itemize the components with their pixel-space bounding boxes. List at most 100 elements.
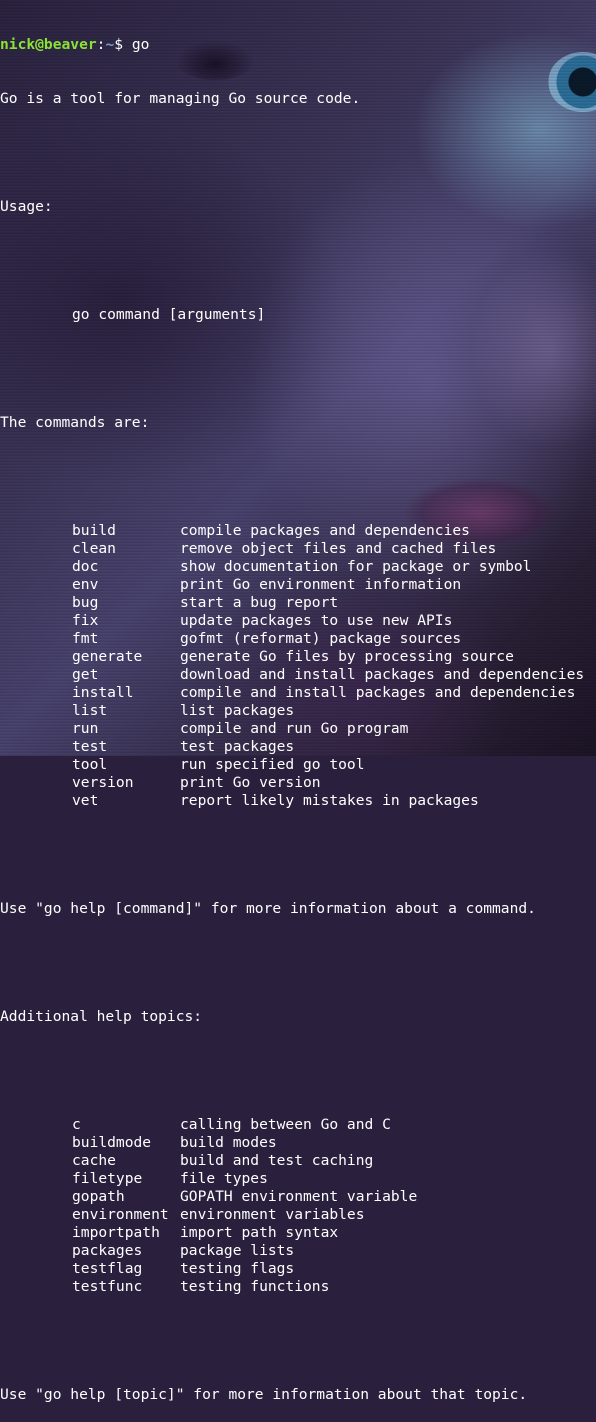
command-row: doc show documentation for package or sym… xyxy=(0,558,596,576)
command-row-description: start a bug report xyxy=(180,594,339,611)
topic-row: environment environment variables xyxy=(0,1206,596,1224)
topic-row-name: testfunc xyxy=(72,1278,143,1295)
usage-label: Usage: xyxy=(0,198,53,215)
command-row: install compile and install packages and … xyxy=(0,684,596,702)
command-row: build compile packages and dependencies xyxy=(0,522,596,540)
command-row-description: report likely mistakes in packages xyxy=(180,792,479,809)
command-row-name: fix xyxy=(72,612,99,629)
topic-row-description: testing functions xyxy=(180,1278,330,1295)
command-row-name: tool xyxy=(72,756,108,773)
topics-list: c calling between Go and C buildmode build … xyxy=(0,1116,596,1296)
topic-row-description: build modes xyxy=(180,1134,277,1151)
command-row-name: doc xyxy=(72,558,99,575)
topic-row-name: importpath xyxy=(72,1224,160,1241)
command-row-name: install xyxy=(72,684,134,701)
command-row: vet report likely mistakes in packages xyxy=(0,792,596,810)
topic-row-description: package lists xyxy=(180,1242,295,1259)
command-row: fmt gofmt (reformat) package sources xyxy=(0,630,596,648)
command-row-description: download and install packages and depend… xyxy=(180,666,585,683)
topic-help-hint: Use "go help [topic]" for more informati… xyxy=(0,1386,528,1403)
command-row: fix update packages to use new APIs xyxy=(0,612,596,630)
command-row-description: run specified go tool xyxy=(180,756,365,773)
command-row-name: bug xyxy=(72,594,99,611)
command-row-description: update packages to use new APIs xyxy=(180,612,453,629)
topic-row-description: file types xyxy=(180,1170,268,1187)
prompt-user-host: nick@beaver xyxy=(0,36,97,53)
terminal-output[interactable]: nick@beaver:~$ go Go is a tool for manag… xyxy=(0,0,596,1403)
command-row: test test packages xyxy=(0,738,596,756)
command-row: get download and install packages and dep… xyxy=(0,666,596,684)
topic-row-description: testing flags xyxy=(180,1260,295,1277)
command-row-description: show documentation for package or symbol xyxy=(180,558,532,575)
topic-row: packages package lists xyxy=(0,1242,596,1260)
command-row-description: test packages xyxy=(180,738,295,755)
topic-row-name: testflag xyxy=(72,1260,143,1277)
command-row-description: compile and install packages and depende… xyxy=(180,684,576,701)
command-row-name: version xyxy=(72,774,134,791)
usage-line: go command [arguments] xyxy=(72,306,266,323)
topic-row-description: build and test caching xyxy=(180,1152,374,1169)
topic-row-description: calling between Go and C xyxy=(180,1116,391,1133)
topic-row: cache build and test caching xyxy=(0,1152,596,1170)
command-row: clean remove object files and cached file… xyxy=(0,540,596,558)
topic-row-name: packages xyxy=(72,1242,143,1259)
command-row-description: print Go environment information xyxy=(180,576,462,593)
command-help-hint: Use "go help [command]" for more informa… xyxy=(0,900,536,917)
command-row-name: run xyxy=(72,720,99,737)
prompt-line: nick@beaver:~$ go xyxy=(0,36,596,54)
topic-row-description: environment variables xyxy=(180,1206,365,1223)
topic-row: importpath import path syntax xyxy=(0,1224,596,1242)
topic-row: c calling between Go and C xyxy=(0,1116,596,1134)
command-row: run compile and run Go program xyxy=(0,720,596,738)
command-row-description: list packages xyxy=(180,702,295,719)
topic-row: testflag testing flags xyxy=(0,1260,596,1278)
intro-text: Go is a tool for managing Go source code… xyxy=(0,90,361,107)
topic-row: buildmode build modes xyxy=(0,1134,596,1152)
command-row-name: generate xyxy=(72,648,143,665)
command-row-description: print Go version xyxy=(180,774,321,791)
commands-label: The commands are: xyxy=(0,414,150,431)
command-row-name: get xyxy=(72,666,99,683)
topic-row-name: environment xyxy=(72,1206,169,1223)
topic-row-name: c xyxy=(72,1116,81,1133)
command-row-description: compile packages and dependencies xyxy=(180,522,470,539)
topic-row: filetype file types xyxy=(0,1170,596,1188)
command-row-name: fmt xyxy=(72,630,99,647)
command-row: list list packages xyxy=(0,702,596,720)
command-row: tool run specified go tool xyxy=(0,756,596,774)
command-row: bug start a bug report xyxy=(0,594,596,612)
command-row-description: generate Go files by processing source xyxy=(180,648,514,665)
command-row: generate generate Go files by processing … xyxy=(0,648,596,666)
prompt-command: go xyxy=(123,36,150,53)
command-row-name: vet xyxy=(72,792,99,809)
command-row: env print Go environment information xyxy=(0,576,596,594)
topic-row-name: buildmode xyxy=(72,1134,152,1151)
topic-row-description: GOPATH environment variable xyxy=(180,1188,418,1205)
topic-row: gopath GOPATH environment variable xyxy=(0,1188,596,1206)
command-row-name: build xyxy=(72,522,116,539)
commands-list: build compile packages and dependencies cl… xyxy=(0,522,596,810)
prompt-path: ~ xyxy=(105,36,115,53)
command-row-name: test xyxy=(72,738,108,755)
command-row-description: compile and run Go program xyxy=(180,720,409,737)
topics-label: Additional help topics: xyxy=(0,1008,203,1025)
command-row-description: remove object files and cached files xyxy=(180,540,497,557)
topic-row-name: filetype xyxy=(72,1170,143,1187)
command-row-name: clean xyxy=(72,540,116,557)
prompt-symbol: $ xyxy=(114,36,124,53)
topic-row-name: cache xyxy=(72,1152,116,1169)
command-row: version print Go version xyxy=(0,774,596,792)
topic-row: testfunc testing functions xyxy=(0,1278,596,1296)
topic-row-name: gopath xyxy=(72,1188,125,1205)
command-row-name: env xyxy=(72,576,99,593)
command-row-name: list xyxy=(72,702,108,719)
command-row-description: gofmt (reformat) package sources xyxy=(180,630,462,647)
